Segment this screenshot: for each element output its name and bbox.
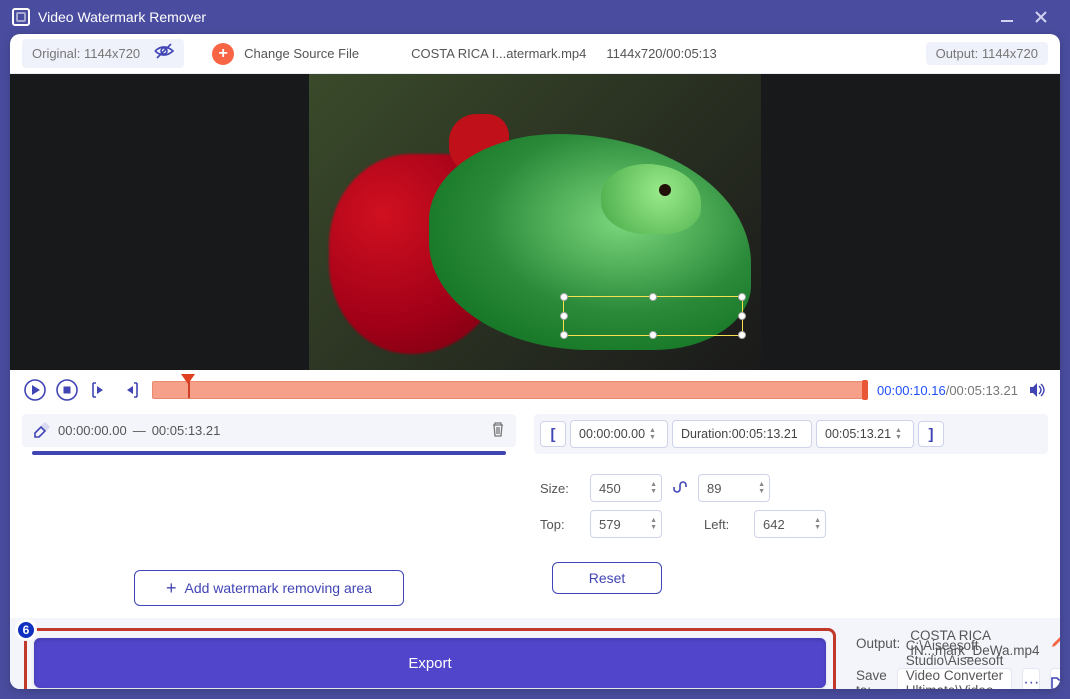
- position-row: Top: 579 ▲▼ Left: 642 ▲▼: [534, 506, 1048, 542]
- resize-handle[interactable]: [738, 312, 746, 320]
- rename-output-button[interactable]: [1050, 635, 1060, 652]
- original-dimensions-label: Original: 1144x720: [32, 46, 140, 61]
- video-frame: [309, 74, 761, 370]
- add-area-label: Add watermark removing area: [184, 580, 372, 596]
- set-trim-start-button[interactable]: [: [540, 421, 566, 447]
- resize-handle[interactable]: [649, 331, 657, 339]
- spinner-icon[interactable]: ▲▼: [650, 481, 657, 495]
- link-aspect-icon[interactable]: [672, 479, 688, 498]
- main-panel: Original: 1144x720 + Change Source File …: [10, 34, 1060, 689]
- width-value: 450: [599, 481, 621, 496]
- preview-toggle-icon[interactable]: [154, 43, 174, 64]
- stop-button[interactable]: [56, 379, 78, 401]
- properties-panel: [ 00:00:00.00 ▲▼ Duration:00:05:13.21 00…: [534, 414, 1048, 606]
- video-content: [659, 184, 671, 196]
- resize-handle[interactable]: [560, 293, 568, 301]
- reset-button[interactable]: Reset: [552, 562, 662, 594]
- eraser-icon: [32, 420, 50, 441]
- add-file-icon[interactable]: +: [212, 43, 234, 65]
- size-row: Size: 450 ▲▼ 89 ▲▼: [534, 470, 1048, 506]
- spinner-icon[interactable]: ▲▼: [895, 427, 902, 441]
- titlebar: Video Watermark Remover: [0, 0, 1070, 34]
- spinner-icon[interactable]: ▲▼: [650, 517, 657, 531]
- trim-start-input[interactable]: 00:00:00.00 ▲▼: [570, 420, 668, 448]
- original-dimensions: Original: 1144x720: [22, 39, 184, 68]
- topbar: Original: 1144x720 + Change Source File …: [10, 34, 1060, 74]
- spinner-icon[interactable]: ▲▼: [649, 427, 656, 441]
- resize-handle[interactable]: [560, 331, 568, 339]
- spinner-icon[interactable]: ▲▼: [814, 517, 821, 531]
- timeline-slider[interactable]: [152, 381, 867, 399]
- size-label: Size:: [540, 481, 580, 496]
- source-info: 1144x720/00:05:13: [606, 46, 716, 61]
- trim-duration-input[interactable]: Duration:00:05:13.21: [672, 420, 812, 448]
- play-button[interactable]: [24, 379, 46, 401]
- left-input[interactable]: 642 ▲▼: [754, 510, 826, 538]
- output-file-label: Output:: [856, 636, 900, 651]
- app-title: Video Watermark Remover: [38, 9, 206, 25]
- delete-clip-button[interactable]: [490, 421, 506, 440]
- save-path-field[interactable]: C:\Aiseesoft Studio\Aiseesoft Video Conv…: [897, 668, 1013, 689]
- timecode: 00:00:10.16/00:05:13.21: [877, 383, 1018, 398]
- playback-controls: 00:00:10.16/00:05:13.21: [10, 370, 1060, 410]
- source-filename: COSTA RICA I...atermark.mp4: [411, 46, 586, 61]
- bottom-bar: Output: COSTA RICA IN...mark_DeWa.mp4 Ou…: [10, 618, 1060, 689]
- trim-end-input[interactable]: 00:05:13.21 ▲▼: [816, 420, 914, 448]
- output-dimensions-label: Output: 1144x720: [936, 46, 1038, 61]
- set-trim-end-button[interactable]: ]: [918, 421, 944, 447]
- clip-sep: —: [133, 423, 146, 438]
- change-source-link[interactable]: Change Source File: [244, 46, 359, 61]
- export-button[interactable]: Export: [34, 638, 826, 688]
- clip-item[interactable]: 00:00:00.00 — 00:05:13.21: [22, 414, 516, 447]
- left-value: 642: [763, 517, 785, 532]
- set-start-button[interactable]: [88, 379, 110, 401]
- spinner-icon[interactable]: ▲▼: [758, 481, 765, 495]
- volume-button[interactable]: [1028, 381, 1046, 399]
- playhead-line: [188, 382, 190, 398]
- reset-label: Reset: [589, 570, 626, 586]
- clip-start: 00:00:00.00: [58, 423, 127, 438]
- left-label: Left:: [704, 517, 744, 532]
- current-time: 00:00:10.16: [877, 383, 946, 398]
- clip-duration-bar: [32, 451, 506, 455]
- resize-handle[interactable]: [560, 312, 568, 320]
- save-path-value: C:\Aiseesoft Studio\Aiseesoft Video Conv…: [906, 638, 1004, 689]
- close-button[interactable]: [1024, 0, 1058, 34]
- app-logo-icon: [12, 8, 30, 26]
- resize-handle[interactable]: [738, 293, 746, 301]
- total-time: 00:05:13.21: [949, 383, 1018, 398]
- minimize-button[interactable]: [990, 0, 1024, 34]
- top-value: 579: [599, 517, 621, 532]
- resize-handle[interactable]: [738, 331, 746, 339]
- save-to-label: Save to:: [856, 668, 887, 689]
- resize-handle[interactable]: [649, 293, 657, 301]
- trim-end-value: 00:05:13.21: [825, 427, 891, 441]
- trim-duration-value: Duration:00:05:13.21: [681, 427, 798, 441]
- output-dimensions: Output: 1144x720: [926, 42, 1048, 65]
- top-input[interactable]: 579 ▲▼: [590, 510, 662, 538]
- set-end-button[interactable]: [120, 379, 142, 401]
- video-preview[interactable]: [10, 74, 1060, 370]
- browse-path-button[interactable]: ···: [1022, 668, 1040, 689]
- add-watermark-area-button[interactable]: + Add watermark removing area: [134, 570, 404, 606]
- export-label: Export: [408, 655, 451, 672]
- trim-start-value: 00:00:00.00: [579, 427, 645, 441]
- top-label: Top:: [540, 517, 580, 532]
- watermark-selection-box[interactable]: [563, 296, 743, 336]
- clips-panel: 00:00:00.00 — 00:05:13.21 + Add watermar…: [22, 414, 516, 606]
- step-badge: 6: [15, 619, 37, 641]
- height-input[interactable]: 89 ▲▼: [698, 474, 770, 502]
- export-highlight: 6 Export: [24, 628, 836, 689]
- end-handle[interactable]: [862, 380, 868, 400]
- open-folder-button[interactable]: [1050, 668, 1060, 689]
- clip-end: 00:05:13.21: [152, 423, 221, 438]
- width-input[interactable]: 450 ▲▼: [590, 474, 662, 502]
- trim-controls: [ 00:00:00.00 ▲▼ Duration:00:05:13.21 00…: [534, 414, 1048, 454]
- plus-icon: +: [166, 578, 177, 599]
- height-value: 89: [707, 481, 721, 496]
